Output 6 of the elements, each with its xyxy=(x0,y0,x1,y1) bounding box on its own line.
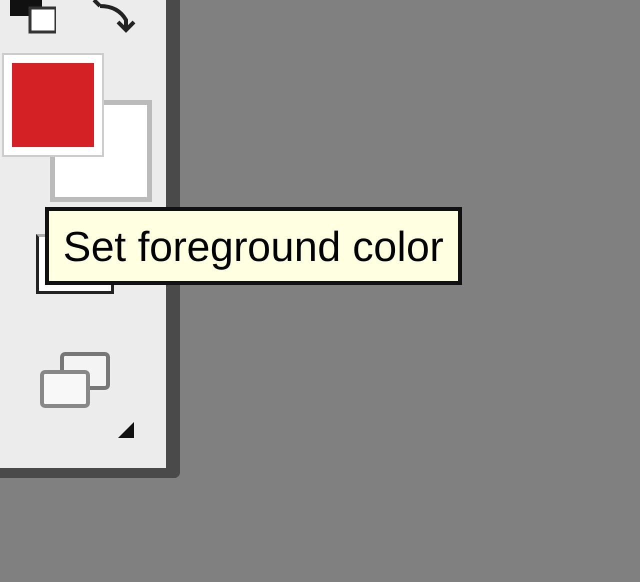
swap-arrow-icon[interactable] xyxy=(90,0,136,34)
screen-mode-icon[interactable] xyxy=(38,352,112,410)
tooltip: Set foreground color xyxy=(45,207,462,285)
foreground-color-swatch[interactable] xyxy=(4,55,102,155)
default-colors-icon[interactable] xyxy=(8,0,56,34)
corner-triangle-icon[interactable] xyxy=(118,422,134,438)
